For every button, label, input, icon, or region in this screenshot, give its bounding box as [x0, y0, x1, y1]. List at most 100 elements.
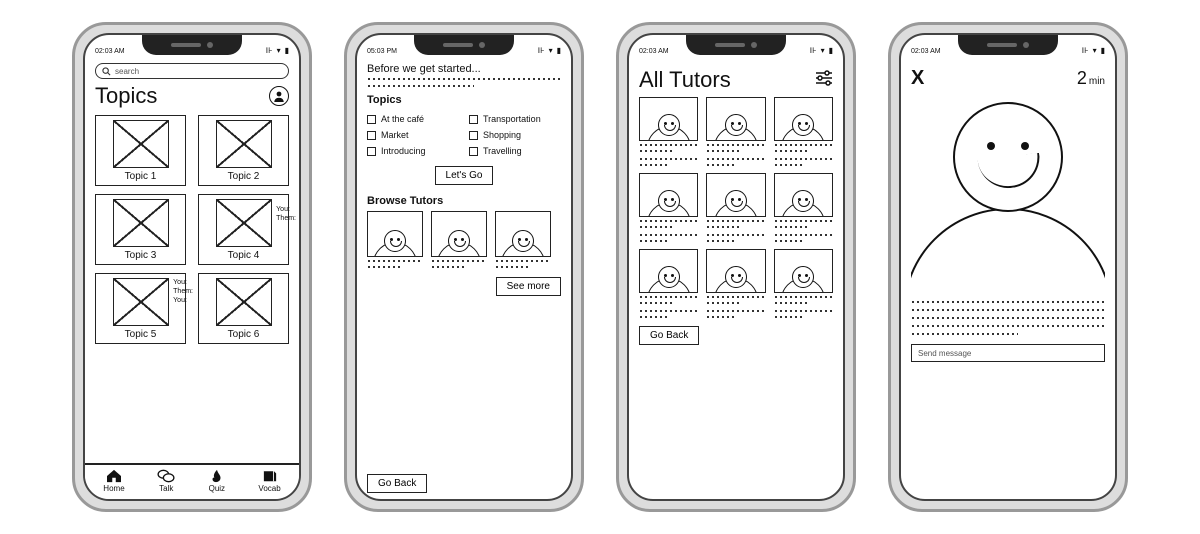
placeholder-text [639, 149, 675, 153]
close-button[interactable]: X [911, 67, 924, 90]
timer-value: 2 [1077, 68, 1087, 88]
placeholder-text [774, 219, 833, 223]
go-back-button[interactable]: Go Back [639, 326, 699, 345]
signal-icon: ⊪ [266, 46, 273, 55]
tutor-card[interactable] [706, 97, 765, 141]
placeholder-text [774, 301, 810, 305]
image-placeholder-icon [216, 278, 272, 326]
topic-label: Topic 3 [125, 250, 157, 261]
battery-icon: ▮ [285, 46, 289, 55]
placeholder-text [706, 163, 736, 167]
topic-checkbox[interactable]: Transportation [469, 114, 561, 124]
page-title: All Tutors [639, 67, 731, 93]
image-placeholder-icon [216, 120, 272, 168]
timer-unit: min [1089, 76, 1105, 87]
wifi-icon: ▾ [277, 46, 281, 55]
wifi-icon: ▾ [821, 46, 825, 55]
notch [958, 35, 1058, 55]
placeholder-text [911, 316, 1105, 320]
tab-home[interactable]: Home [103, 469, 124, 493]
message-placeholder: Send message [918, 349, 971, 358]
battery-icon: ▮ [557, 46, 561, 55]
checkbox-label: Shopping [483, 130, 521, 140]
topic-card[interactable]: Topic 3 [95, 194, 186, 265]
screen-onboarding: 05:03 PM ⊪ ▾ ▮ Before we get started... … [355, 33, 573, 501]
placeholder-text [774, 233, 833, 237]
topic-card[interactable]: Topic 5 You: Them: You: [95, 273, 186, 344]
flame-icon [208, 469, 226, 483]
chat-icon [157, 469, 175, 483]
tutor-card[interactable] [774, 97, 833, 141]
tutor-card[interactable] [774, 249, 833, 293]
placeholder-text [431, 259, 487, 263]
topic-card[interactable]: Topic 4 You: Them: [198, 194, 289, 265]
placeholder-text [639, 219, 698, 223]
page-title: Topics [95, 83, 157, 109]
tutor-card[interactable] [495, 211, 551, 257]
placeholder-text [367, 259, 423, 263]
tutor-card[interactable] [639, 97, 698, 141]
tutor-card[interactable] [639, 249, 698, 293]
tab-bar: Home Talk Quiz Vocab [85, 463, 299, 499]
tutor-card[interactable] [706, 249, 765, 293]
tutors-grid [639, 97, 833, 319]
image-placeholder-icon [113, 120, 169, 168]
topic-checkbox[interactable]: Market [367, 130, 459, 140]
tab-label: Vocab [258, 484, 280, 493]
session-timer: 2min [1077, 68, 1105, 89]
topic-label: Topic 6 [228, 329, 260, 340]
profile-icon[interactable] [269, 86, 289, 106]
see-more-button[interactable]: See more [496, 277, 561, 296]
tutor-card[interactable] [639, 173, 698, 217]
topic-card[interactable]: Topic 1 [95, 115, 186, 186]
topic-label: Topic 2 [228, 171, 260, 182]
tutor-card[interactable] [431, 211, 487, 257]
browse-heading: Browse Tutors [367, 195, 561, 207]
notch [142, 35, 242, 55]
placeholder-text [639, 233, 698, 237]
notch [686, 35, 786, 55]
phone-onboarding: 05:03 PM ⊪ ▾ ▮ Before we get started... … [344, 22, 584, 512]
placeholder-text [706, 233, 765, 237]
image-placeholder-icon [113, 278, 169, 326]
placeholder-text [431, 265, 467, 269]
battery-icon: ▮ [829, 46, 833, 55]
search-icon [102, 67, 111, 76]
tab-talk[interactable]: Talk [157, 469, 175, 493]
search-input[interactable]: search [95, 63, 289, 79]
topic-card[interactable]: Topic 6 [198, 273, 289, 344]
checkbox-label: Introducing [381, 146, 426, 156]
tutor-card[interactable] [774, 173, 833, 217]
checkbox-label: Transportation [483, 114, 541, 124]
lets-go-button[interactable]: Let's Go [435, 166, 494, 185]
placeholder-text [774, 239, 804, 243]
status-time: 02:03 AM [639, 48, 669, 55]
placeholder-text [774, 157, 833, 161]
go-back-button[interactable]: Go Back [367, 474, 427, 493]
chat-preview: You: Them: You: [173, 278, 193, 305]
topic-card[interactable]: Topic 2 [198, 115, 289, 186]
checkbox-icon [469, 115, 478, 124]
phone-all-tutors: 02:03 AM ⊪ ▾ ▮ All Tutors [616, 22, 856, 512]
placeholder-text [495, 259, 551, 263]
checkbox-label: At the café [381, 114, 424, 124]
tutor-card[interactable] [706, 173, 765, 217]
checkbox-icon [469, 131, 478, 140]
placeholder-text [639, 301, 675, 305]
topic-checkbox[interactable]: Shopping [469, 130, 561, 140]
topic-checkbox[interactable]: Introducing [367, 146, 459, 156]
tab-quiz[interactable]: Quiz [208, 469, 226, 493]
topic-checkbox[interactable]: At the café [367, 114, 459, 124]
message-input[interactable]: Send message [911, 344, 1105, 362]
signal-icon: ⊪ [1082, 46, 1089, 55]
placeholder-text [706, 309, 765, 313]
checkbox-icon [469, 147, 478, 156]
image-placeholder-icon [113, 199, 169, 247]
tutor-card[interactable] [367, 211, 423, 257]
filter-icon[interactable] [815, 70, 833, 91]
placeholder-text [639, 239, 669, 243]
placeholder-text [706, 149, 742, 153]
tab-vocab[interactable]: Vocab [258, 469, 280, 493]
topic-checkbox[interactable]: Travelling [469, 146, 561, 156]
placeholder-text [706, 157, 765, 161]
